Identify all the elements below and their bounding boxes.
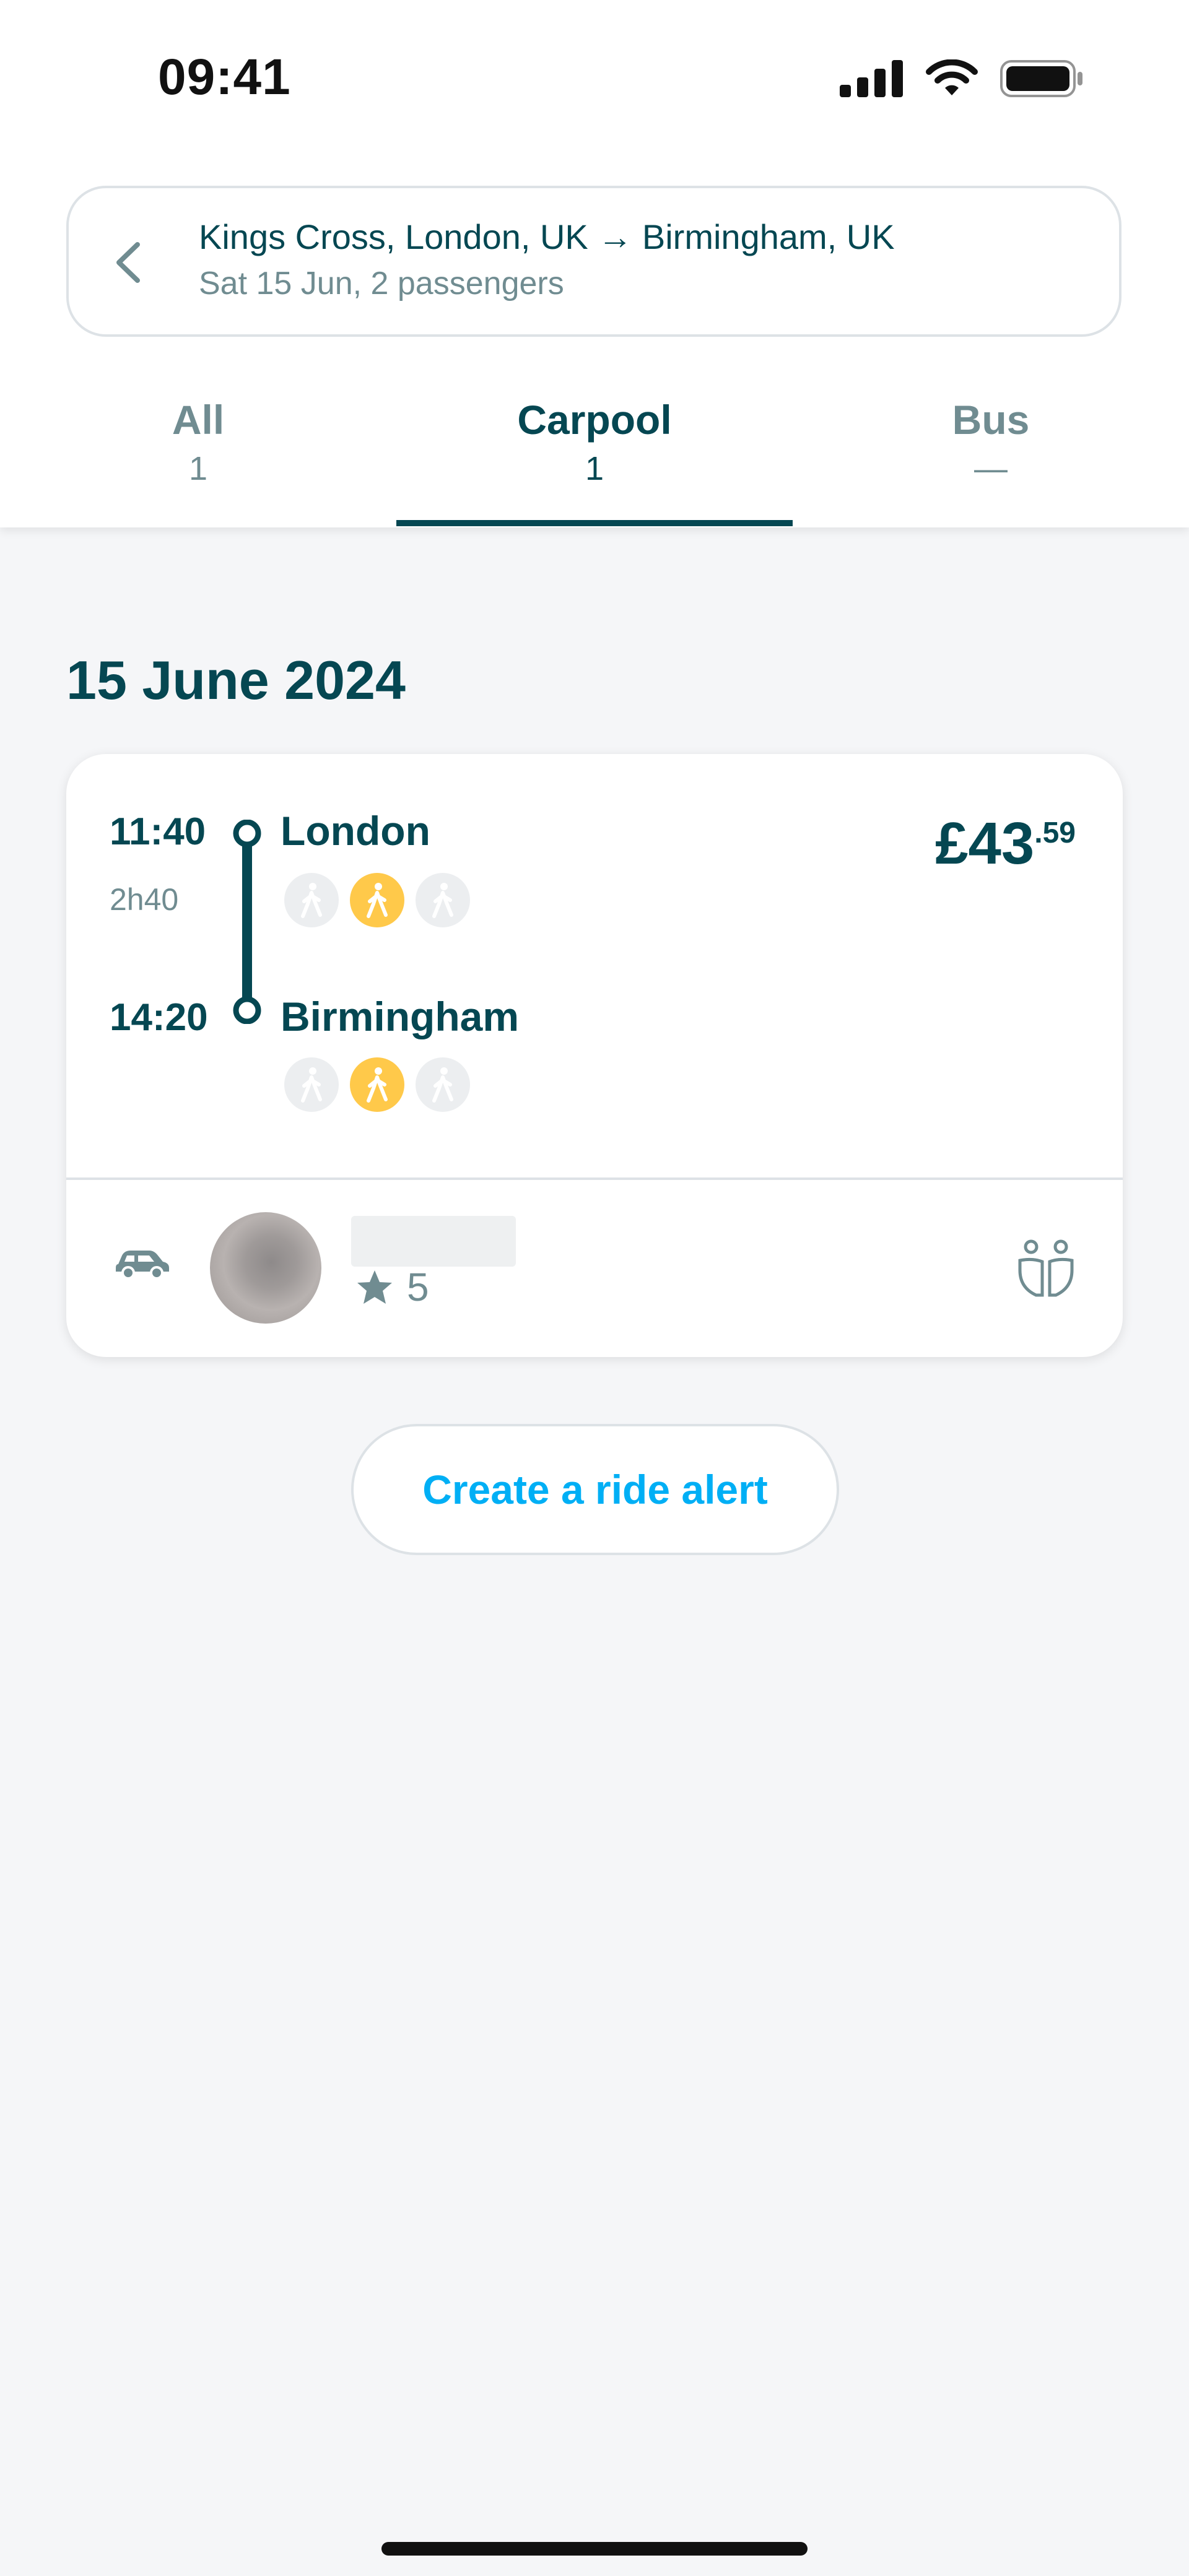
arrival-proximity — [284, 1057, 470, 1112]
status-time: 09:41 — [158, 49, 291, 105]
departure-city: London — [281, 808, 430, 854]
walking-person-icon — [284, 1057, 339, 1112]
passengers-icon — [1018, 1239, 1074, 1297]
departure-proximity — [284, 873, 470, 927]
tab-label: Bus — [952, 397, 1030, 443]
route-details: Sat 15 Jun, 2 passengers — [199, 266, 564, 301]
tab-all[interactable]: All 1 — [0, 396, 396, 527]
route-text: Kings Cross, London, UK → Birmingham, UK — [199, 217, 895, 256]
tab-carpool[interactable]: Carpool 1 — [396, 396, 793, 527]
tab-label: Carpool — [517, 397, 672, 443]
walking-person-icon — [416, 1057, 470, 1112]
driver-avatar[interactable] — [210, 1212, 321, 1324]
back-button[interactable] — [106, 238, 149, 287]
price-main: £43 — [935, 810, 1035, 877]
driver-name-blurred — [351, 1216, 516, 1267]
card-divider — [66, 1177, 1123, 1180]
tab-count: 1 — [188, 450, 208, 487]
walking-person-icon — [284, 873, 339, 927]
driver-rating: 5 — [356, 1264, 429, 1310]
ride-card[interactable]: 11:40 2h40 14:20 London Birmingham £43.5… — [66, 754, 1123, 1357]
tab-count: — — [974, 450, 1008, 487]
price-cents: .59 — [1034, 817, 1076, 849]
battery-icon — [1000, 60, 1082, 97]
status-icons — [840, 59, 1084, 98]
create-ride-alert-button[interactable]: Create a ride alert — [351, 1424, 839, 1555]
car-icon — [116, 1251, 169, 1280]
tab-bus[interactable]: Bus — — [793, 396, 1189, 527]
trip-duration: 2h40 — [110, 882, 179, 917]
walking-person-icon — [416, 873, 470, 927]
star-icon — [357, 1270, 392, 1304]
arrival-city: Birmingham — [281, 994, 520, 1039]
ride-price: £43.59 — [935, 810, 1076, 878]
back-arrow-icon — [116, 242, 140, 283]
home-indicator[interactable] — [381, 2542, 808, 2556]
search-summary[interactable]: Kings Cross, London, UK → Birmingham, UK… — [66, 186, 1121, 337]
signal-icon — [840, 60, 903, 97]
route-timeline — [233, 820, 261, 1024]
arrival-time: 14:20 — [110, 996, 208, 1039]
wifi-icon — [926, 59, 978, 95]
departure-time: 11:40 — [110, 810, 206, 853]
date-heading: 15 June 2024 — [66, 649, 406, 711]
tab-label: All — [172, 397, 225, 443]
active-tab-indicator — [396, 520, 793, 526]
tab-count: 1 — [585, 450, 604, 487]
rating-value: 5 — [407, 1265, 429, 1309]
walking-person-icon — [350, 873, 404, 927]
walking-person-icon — [350, 1057, 404, 1112]
